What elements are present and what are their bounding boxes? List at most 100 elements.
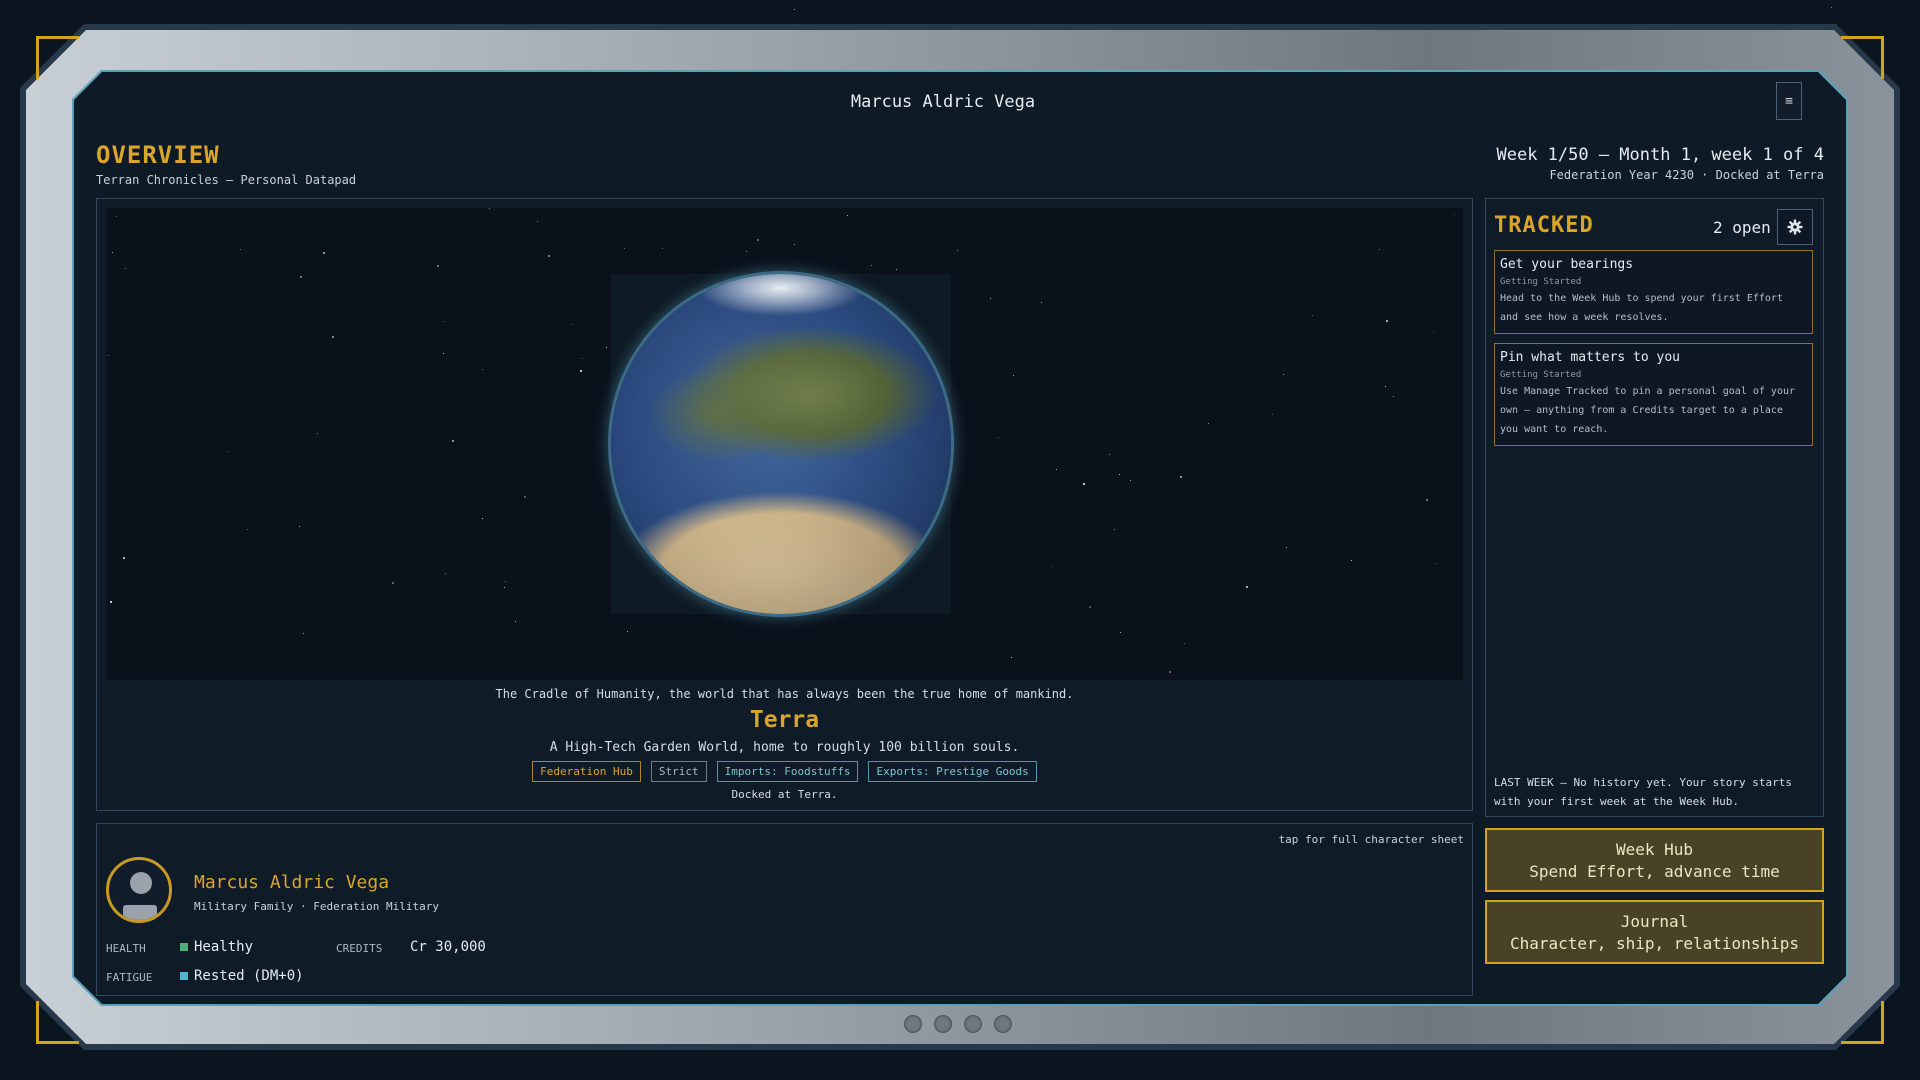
tag-law-level: Strict [650, 761, 707, 782]
week-indicator: Week 1/50 — Month 1, week 1 of 4 [1496, 145, 1824, 165]
star [1435, 563, 1436, 564]
star [1056, 469, 1057, 470]
year-location: Federation Year 4230 · Docked at Terra [1549, 168, 1824, 182]
docked-status: Docked at Terra. [731, 788, 838, 801]
avatar-body [123, 905, 157, 920]
star [482, 518, 483, 519]
fatigue-indicator-icon [180, 972, 188, 980]
star [1184, 643, 1185, 644]
corner-accent [36, 1001, 79, 1044]
star [125, 268, 126, 269]
planet-tags: Federation Hub Strict Imports: Foodstuff… [97, 761, 1472, 782]
star [452, 440, 454, 442]
tracked-item-title: Get your bearings [1500, 257, 1634, 272]
star [847, 215, 848, 216]
page-dot[interactable] [994, 1015, 1012, 1033]
page-dot[interactable] [934, 1015, 952, 1033]
star [548, 255, 550, 257]
star [1180, 476, 1182, 478]
tracked-item[interactable]: Get your bearings Getting Started Head t… [1494, 250, 1813, 334]
tag-federation-hub: Federation Hub [532, 761, 641, 782]
menu-button[interactable]: ≡ [1776, 82, 1802, 120]
star [580, 370, 582, 372]
star [505, 581, 506, 582]
star [606, 347, 607, 348]
journal-button[interactable]: Journal Character, ship, relationships [1485, 900, 1824, 964]
tracked-title: TRACKED [1494, 213, 1594, 238]
health-indicator-icon [180, 943, 188, 951]
star [1119, 474, 1120, 475]
star [1831, 7, 1832, 8]
star [871, 265, 872, 266]
fatigue-label: FATIGUE [106, 971, 153, 984]
star [1089, 606, 1091, 608]
planet-tagline: The Cradle of Humanity, the world that h… [495, 687, 1074, 701]
credits-value: Cr 30,000 [410, 939, 486, 955]
character-background: Military Family · Federation Military [194, 900, 440, 913]
star [662, 248, 663, 249]
character-card[interactable]: tap for full character sheet Marcus Aldr… [96, 823, 1473, 996]
tag-exports: Exports: Prestige Goods [868, 761, 1037, 782]
star [757, 239, 759, 241]
star [1351, 560, 1352, 561]
star [794, 244, 795, 245]
star [1041, 302, 1042, 303]
window-title: Marcus Aldric Vega [850, 92, 1036, 112]
star [392, 582, 394, 584]
planet-name: Terra [749, 707, 820, 733]
star [482, 369, 483, 370]
star [303, 633, 304, 634]
week-hub-label: Week Hub [1615, 840, 1694, 859]
credits-label: CREDITS [336, 942, 383, 955]
star [1208, 423, 1209, 424]
tag-imports: Imports: Foodstuffs [716, 761, 859, 782]
week-hub-button[interactable]: Week Hub Spend Effort, advance time [1485, 828, 1824, 892]
star [300, 276, 302, 278]
star [998, 437, 999, 438]
page-subtitle: Terran Chronicles — Personal Datapad [96, 173, 357, 187]
star [116, 216, 117, 217]
tracked-item-category: Getting Started [1500, 370, 1582, 380]
star [247, 529, 248, 530]
star [1433, 331, 1434, 332]
health-label: HEALTH [106, 942, 146, 955]
star [332, 336, 334, 338]
tracked-item-body: Use Manage Tracked to pin a personal goa… [1500, 386, 1796, 435]
star [1083, 483, 1085, 485]
corner-accent [36, 36, 79, 79]
manage-tracked-button[interactable] [1777, 209, 1813, 245]
tracked-panel: TRACKED 2 open Get your bearings Getting… [1485, 198, 1824, 817]
star [582, 358, 583, 359]
star [110, 601, 112, 603]
avatar [106, 857, 172, 923]
star [489, 208, 490, 209]
planet-viewport [106, 208, 1463, 680]
star [896, 269, 897, 270]
star [794, 9, 795, 10]
week-hub-sublabel: Spend Effort, advance time [1529, 862, 1780, 881]
star [1454, 214, 1455, 215]
star [1130, 480, 1131, 481]
star [1246, 586, 1248, 588]
fatigue-text: Rested (DM+0) [194, 968, 304, 984]
page-dot[interactable] [904, 1015, 922, 1033]
star [1120, 632, 1121, 633]
page-indicator [904, 1015, 1012, 1033]
star [317, 433, 318, 434]
star [1385, 386, 1386, 387]
tracked-item[interactable]: Pin what matters to you Getting Started … [1494, 343, 1813, 446]
star [1379, 249, 1380, 250]
star [1114, 529, 1115, 530]
star [123, 557, 125, 559]
avatar-head [130, 872, 152, 894]
page-dot[interactable] [964, 1015, 982, 1033]
star [1283, 374, 1284, 375]
health-value: Healthy [180, 939, 253, 955]
corner-accent [1841, 1001, 1884, 1044]
star [445, 573, 446, 574]
star [1393, 396, 1394, 397]
planet-panel: The Cradle of Humanity, the world that h… [96, 198, 1473, 811]
star [957, 250, 958, 251]
star [108, 355, 109, 356]
star [1312, 315, 1313, 316]
